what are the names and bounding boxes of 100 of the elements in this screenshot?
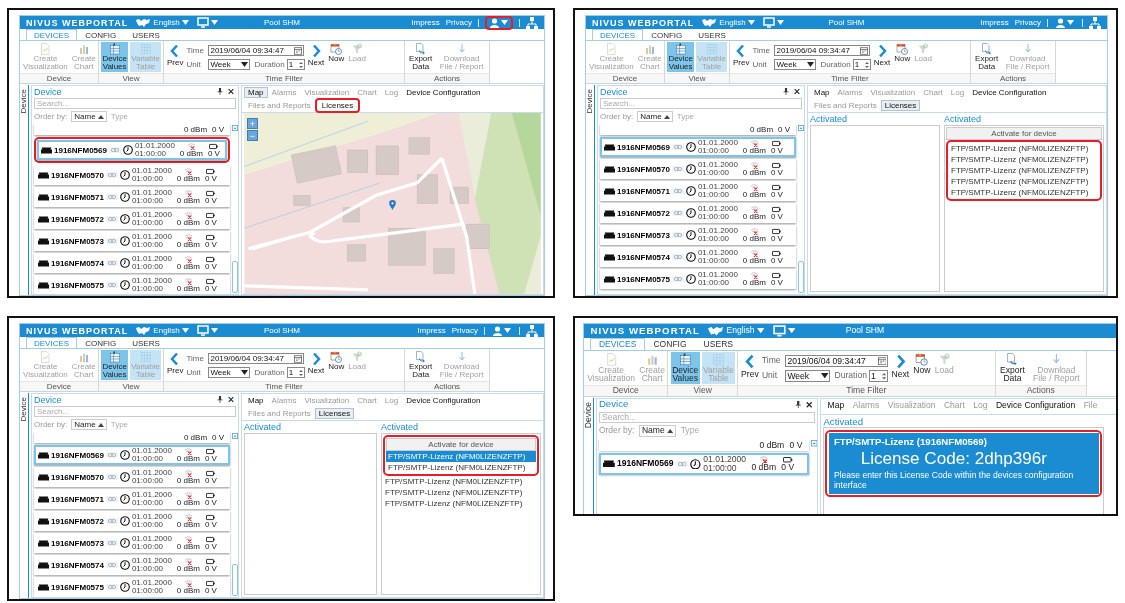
license-item[interactable]: FTP/SMTP-Lizenz (NFM0LIZENZFTP) bbox=[949, 143, 1099, 154]
ribbon-button[interactable]: Export Data bbox=[407, 350, 435, 380]
license-item[interactable]: FTP/SMTP-Lizenz (NFM0LIZENZFTP) bbox=[386, 451, 536, 462]
time-field[interactable]: 2019/06/04 09:34:47 bbox=[208, 45, 305, 56]
content-tab[interactable]: Licenses bbox=[314, 408, 355, 419]
ribbon-button[interactable]: Now bbox=[912, 351, 932, 376]
ribbon-button[interactable]: Device Values bbox=[670, 351, 700, 384]
language-menu[interactable]: English bbox=[134, 325, 190, 336]
search-field[interactable]: Search... bbox=[34, 98, 236, 109]
next-button[interactable]: Next bbox=[872, 42, 892, 68]
duration-spinner[interactable]: 1 bbox=[286, 367, 305, 378]
license-item[interactable]: FTP/SMTP-Lizenz (NFM0LIZENZFTP) bbox=[383, 498, 539, 509]
device-card[interactable]: 0 dBm 0 V bbox=[34, 124, 230, 135]
device-card[interactable]: 1916NFM0572 01.01.2000 01:00:00 0 dBm 0 V bbox=[600, 203, 796, 223]
device-card[interactable]: 0 dBm 0 V bbox=[600, 124, 796, 135]
language-menu[interactable]: English bbox=[706, 325, 766, 337]
unit-dropdown[interactable]: Week bbox=[208, 59, 251, 70]
license-item[interactable]: FTP/SMTP-Lizenz (NFM0LIZENZFTP) bbox=[386, 462, 536, 473]
content-tab[interactable]: Device Configuration bbox=[991, 400, 1080, 412]
content-tab[interactable]: Licenses bbox=[317, 100, 358, 111]
scrollbar-thumb[interactable] bbox=[232, 261, 238, 293]
display-menu[interactable] bbox=[761, 17, 785, 28]
user-menu-button[interactable] bbox=[1054, 17, 1076, 28]
next-button[interactable]: Next bbox=[890, 351, 911, 380]
search-field[interactable]: Search... bbox=[34, 406, 236, 417]
device-card[interactable]: 1916NFM0571 01.01.2000 01:00:00 0 dBm 0 V bbox=[34, 489, 230, 509]
header-link[interactable]: Privacy bbox=[1014, 18, 1041, 27]
sort-dropdown[interactable]: Name bbox=[71, 419, 107, 430]
ribbon-button[interactable]: Now bbox=[327, 350, 346, 372]
ribbon-tab[interactable]: DEVICES bbox=[592, 29, 644, 40]
device-card[interactable]: 1916NFM0571 01.01.2000 01:00:00 0 dBm 0 V bbox=[34, 187, 230, 207]
display-menu[interactable] bbox=[195, 17, 219, 28]
content-tab[interactable]: Licenses bbox=[880, 100, 921, 111]
license-item[interactable]: FTP/SMTP-Lizenz (NFM0LIZENZFTP) bbox=[949, 187, 1099, 198]
header-link[interactable]: Impress bbox=[417, 326, 446, 335]
device-card[interactable]: 1916NFM0575 01.01.2000 01:00:00 0 dBm 0 V bbox=[600, 269, 796, 289]
ribbon-button[interactable]: Device Values bbox=[101, 42, 129, 72]
device-card[interactable]: 1916NFM0569 01.01.2000 01:00:00 0 dBm 0 V bbox=[598, 453, 809, 475]
scrollbar-thumb[interactable] bbox=[232, 564, 238, 596]
content-tab[interactable]: Device Configuration bbox=[402, 395, 485, 406]
license-item[interactable]: FTP/SMTP-Lizenz (NFM0LIZENZFTP) bbox=[383, 487, 539, 498]
previous-button[interactable]: Prev bbox=[166, 350, 185, 376]
license-item[interactable]: FTP/SMTP-Lizenz (NFM0LIZENZFTP) bbox=[949, 154, 1099, 165]
device-card[interactable]: 1916NFM0572 01.01.2000 01:00:00 0 dBm 0 V bbox=[34, 511, 230, 531]
unit-dropdown[interactable]: Week bbox=[785, 369, 831, 382]
unit-dropdown[interactable]: Week bbox=[208, 367, 251, 378]
user-menu-button[interactable] bbox=[491, 325, 513, 336]
content-tab[interactable]: Device Configuration bbox=[968, 87, 1051, 98]
next-button[interactable]: Next bbox=[306, 350, 326, 376]
license-item[interactable]: FTP/SMTP-Lizenz (NFM0LIZENZFTP) bbox=[383, 476, 539, 487]
device-card[interactable]: 1916NFM0573 01.01.2000 01:00:00 0 dBm 0 V bbox=[34, 231, 230, 251]
next-button[interactable]: Next bbox=[306, 42, 326, 68]
device-card[interactable]: 1916NFM0573 01.01.2000 01:00:00 0 dBm 0 V bbox=[600, 225, 796, 245]
previous-button[interactable]: Prev bbox=[732, 42, 751, 68]
device-card[interactable]: 1916NFM0572 01.01.2000 01:00:00 0 dBm 0 V bbox=[34, 209, 230, 229]
content-tab[interactable]: Map bbox=[244, 87, 268, 98]
ribbon-button[interactable]: Device Values bbox=[667, 42, 695, 72]
scrollbar-thumb[interactable] bbox=[798, 261, 804, 293]
previous-button[interactable]: Prev bbox=[166, 42, 185, 68]
ribbon-tab[interactable]: DEVICES bbox=[26, 337, 78, 348]
activate-button[interactable]: Activate for device bbox=[946, 127, 1102, 140]
content-tab[interactable]: Map bbox=[810, 87, 834, 98]
display-menu[interactable] bbox=[195, 325, 219, 336]
device-card[interactable]: 1916NFM0573 01.01.2000 01:00:00 0 dBm 0 V bbox=[34, 533, 230, 553]
side-tab[interactable]: Device bbox=[20, 397, 28, 422]
ribbon-button[interactable]: Export Data bbox=[997, 351, 1028, 384]
ribbon-button[interactable]: Now bbox=[893, 42, 912, 64]
ribbon-button[interactable]: Now bbox=[327, 42, 346, 64]
device-card[interactable]: 1916NFM0574 01.01.2000 01:00:00 0 dBm 0 V bbox=[600, 247, 796, 267]
duration-spinner[interactable]: 1 bbox=[869, 369, 889, 382]
scrollbar[interactable] bbox=[232, 124, 238, 294]
unit-dropdown[interactable]: Week bbox=[774, 59, 817, 70]
header-link[interactable]: Privacy bbox=[445, 18, 472, 27]
header-link[interactable]: Privacy bbox=[451, 326, 478, 335]
side-tab[interactable]: Device bbox=[586, 89, 594, 114]
ribbon-tab[interactable]: DEVICES bbox=[26, 29, 78, 40]
time-field[interactable]: 2019/06/04 09:34:47 bbox=[208, 353, 305, 364]
sort-dropdown[interactable]: Name bbox=[71, 111, 107, 122]
side-tab[interactable]: Device bbox=[584, 401, 593, 429]
device-card[interactable]: 1916NFM0570 01.01.2000 01:00:00 0 dBm 0 V bbox=[34, 165, 230, 185]
duration-spinner[interactable]: 1 bbox=[852, 59, 871, 70]
search-field[interactable]: Search... bbox=[598, 411, 816, 424]
device-card[interactable]: 0 dBm 0 V bbox=[34, 432, 230, 443]
sort-dropdown[interactable]: Name bbox=[638, 425, 677, 438]
header-link[interactable]: Impress bbox=[980, 18, 1009, 27]
device-card[interactable]: 1916NFM0575 01.01.2000 01:00:00 0 dBm 0 V bbox=[34, 577, 230, 597]
content-tab[interactable]: Map bbox=[823, 400, 849, 412]
duration-spinner[interactable]: 1 bbox=[286, 59, 305, 70]
scrollbar[interactable] bbox=[798, 124, 804, 294]
previous-button[interactable]: Prev bbox=[740, 351, 760, 380]
language-menu[interactable]: English bbox=[700, 17, 756, 28]
search-field[interactable]: Search... bbox=[600, 98, 802, 109]
scrollbar[interactable] bbox=[232, 432, 238, 597]
side-tab[interactable]: Device bbox=[20, 89, 28, 114]
language-menu[interactable]: English bbox=[134, 17, 190, 28]
header-link[interactable]: Impress bbox=[411, 18, 440, 27]
device-card[interactable]: 1916NFM0575 01.01.2000 01:00:00 0 dBm 0 V bbox=[34, 275, 230, 294]
device-card[interactable]: 1916NFM0574 01.01.2000 01:00:00 0 dBm 0 V bbox=[34, 555, 230, 575]
device-card[interactable]: 1916NFM0571 01.01.2000 01:00:00 0 dBm 0 V bbox=[600, 181, 796, 201]
ribbon-button[interactable]: Device Values bbox=[101, 350, 129, 380]
